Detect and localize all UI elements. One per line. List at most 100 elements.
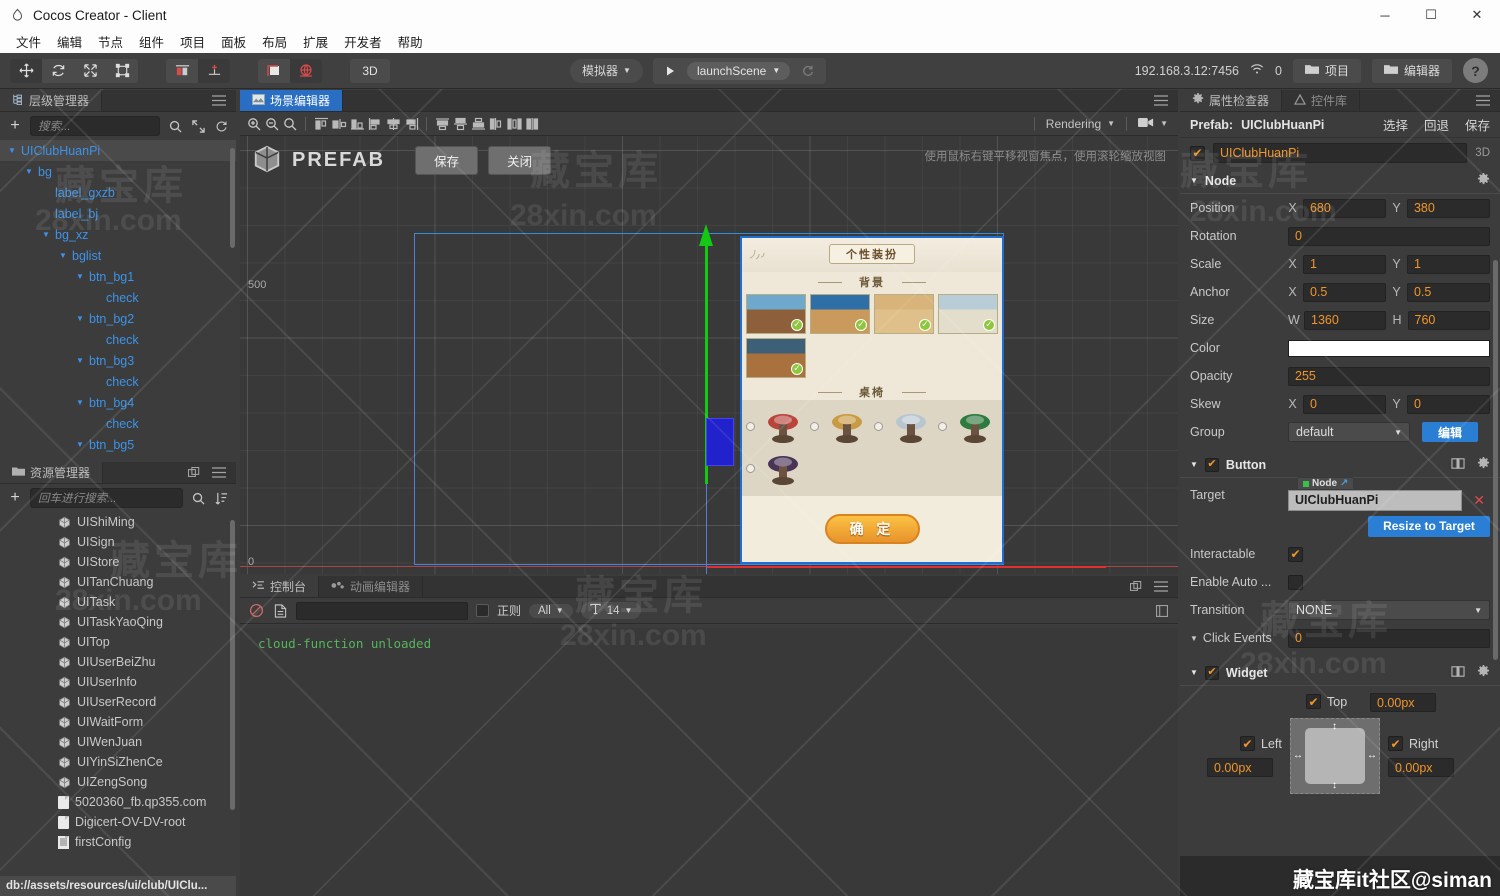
hierarchy-node-check[interactable]: check xyxy=(0,413,236,434)
chair-option-stone-table-white[interactable] xyxy=(874,406,936,448)
anchor-x-input[interactable]: 0.5 xyxy=(1302,282,1386,302)
menu-item-help[interactable]: 帮助 xyxy=(390,30,431,53)
align-left-icon[interactable] xyxy=(313,116,329,132)
popout-icon[interactable] xyxy=(186,465,202,481)
chevron-down-icon[interactable]: ▼ xyxy=(76,314,87,323)
prefab-save-button[interactable]: 保存 xyxy=(1465,115,1490,134)
position-y-input[interactable]: 380 xyxy=(1406,198,1490,218)
node-enabled-checkbox[interactable]: ✔ xyxy=(1190,145,1205,161)
chair-option-round-table-gold[interactable] xyxy=(810,406,872,448)
tab-widget-library[interactable]: 控件库 xyxy=(1282,90,1361,111)
widget-section-header[interactable]: ▼ ✔ Widget xyxy=(1180,660,1500,686)
resize-to-target-button[interactable]: Resize to Target xyxy=(1368,515,1490,537)
size-w-input[interactable]: 1360 xyxy=(1304,310,1387,330)
bg-thumbnail[interactable]: ✓ xyxy=(746,338,806,378)
hierarchy-scrollbar[interactable] xyxy=(230,148,235,248)
file-icon[interactable] xyxy=(272,603,288,619)
bg-thumbnail[interactable]: ✓ xyxy=(938,294,998,334)
chevron-down-icon[interactable]: ▼ xyxy=(59,251,70,260)
asset-item-UIZengSong[interactable]: UIZengSong xyxy=(0,772,236,792)
help-button[interactable]: ? xyxy=(1463,58,1488,83)
hierarchy-node-bg_xz[interactable]: ▼ bg_xz xyxy=(0,224,236,245)
clear-icon[interactable] xyxy=(248,603,264,619)
search-icon[interactable] xyxy=(190,490,206,506)
dist-left-icon[interactable] xyxy=(434,116,450,132)
chair-radio[interactable] xyxy=(938,422,947,431)
book-icon[interactable] xyxy=(1451,665,1465,681)
close-button[interactable]: ✕ xyxy=(1454,0,1500,30)
widget-left-checkbox[interactable]: ✔ xyxy=(1240,736,1255,751)
inspector-scrollbar[interactable] xyxy=(1493,260,1498,660)
scene-viewport[interactable]: 500 0 0 500 1,000 1,500 PREFAB 保存 关闭 使用鼠… xyxy=(240,136,1178,574)
chevron-down-icon[interactable]: ▼ xyxy=(8,146,19,155)
hierarchy-node-bg[interactable]: ▼ bg xyxy=(0,161,236,182)
chair-option-billiard-table-green[interactable] xyxy=(938,406,1000,448)
regex-checkbox[interactable] xyxy=(476,604,489,617)
rendering-dropdown[interactable]: Rendering ▼ xyxy=(1046,117,1115,131)
plus-icon[interactable]: + xyxy=(7,489,23,506)
global-coord-icon[interactable] xyxy=(290,58,322,83)
minimize-button[interactable]: ─ xyxy=(1362,0,1408,30)
interactable-checkbox[interactable]: ✔ xyxy=(1288,546,1303,562)
chair-radio[interactable] xyxy=(874,422,883,431)
chair-radio[interactable] xyxy=(810,422,819,431)
asset-item-UIStore[interactable]: UIStore xyxy=(0,552,236,572)
gear-icon[interactable] xyxy=(1477,664,1490,681)
refresh-icon[interactable] xyxy=(794,60,822,82)
position-x-input[interactable]: 680 xyxy=(1302,198,1386,218)
chair-option-mahjong-table-red[interactable] xyxy=(746,406,808,448)
target-value[interactable]: UIClubHuanPi xyxy=(1288,489,1463,511)
dist-right-icon[interactable] xyxy=(470,116,486,132)
dist-top-icon[interactable] xyxy=(488,116,504,132)
asset-item-UIUserRecord[interactable]: UIUserRecord xyxy=(0,692,236,712)
menu-item-layout[interactable]: 布局 xyxy=(254,30,295,53)
widget-top-input[interactable]: 0.00px xyxy=(1370,693,1436,712)
asset-item-UIWaitForm[interactable]: UIWaitForm xyxy=(0,712,236,732)
chair-option-purple-round-table[interactable] xyxy=(746,448,811,490)
hamburger-icon[interactable] xyxy=(1153,93,1169,109)
external-link-icon[interactable]: ↗ xyxy=(1340,478,1348,489)
color-swatch[interactable] xyxy=(1288,339,1490,357)
asset-item-UIWenJuan[interactable]: UIWenJuan xyxy=(0,732,236,752)
gizmo-y-arrow-icon[interactable] xyxy=(699,224,713,246)
widget-right-checkbox[interactable]: ✔ xyxy=(1388,736,1403,751)
node-section-header[interactable]: ▼ Node xyxy=(1180,168,1500,194)
chevron-down-icon[interactable]: ▼ xyxy=(1190,634,1198,643)
widget-right-input[interactable]: 0.00px xyxy=(1388,758,1454,777)
chevron-down-icon[interactable]: ▼ xyxy=(76,272,87,281)
prefab-save-button[interactable]: 保存 xyxy=(415,146,479,175)
hierarchy-node-bglist[interactable]: ▼ bglist xyxy=(0,245,236,266)
skew-x-input[interactable]: 0 xyxy=(1302,394,1386,414)
chevron-down-icon[interactable]: ▼ xyxy=(76,398,87,407)
asset-item-5020360_fb.qp355.com[interactable]: 5020360_fb.qp355.com xyxy=(0,792,236,812)
gear-icon[interactable] xyxy=(1477,172,1490,189)
hamburger-icon[interactable] xyxy=(1475,93,1491,109)
camera-dropdown[interactable]: ▼ xyxy=(1138,117,1168,131)
gizmo-center-handle[interactable] xyxy=(706,418,734,466)
menu-item-component[interactable]: 组件 xyxy=(131,30,172,53)
tab-animation-editor[interactable]: 动画编辑器 xyxy=(319,576,424,597)
asset-item-UITop[interactable]: UITop xyxy=(0,632,236,652)
chevron-down-icon[interactable]: ▼ xyxy=(42,230,53,239)
scale-tool-icon[interactable] xyxy=(74,59,106,83)
move-tool-icon[interactable] xyxy=(10,58,42,83)
align-top-icon[interactable] xyxy=(367,116,383,132)
chevron-down-icon[interactable]: ▼ xyxy=(76,356,87,365)
popout-icon[interactable] xyxy=(1128,579,1144,595)
scale-y-input[interactable]: 1 xyxy=(1406,254,1490,274)
hierarchy-search-input[interactable]: 搜索... xyxy=(30,116,160,136)
pivot-pos-icon[interactable] xyxy=(198,58,230,83)
asset-item-Digicert-OV-DV-root[interactable]: Digicert-OV-DV-root xyxy=(0,812,236,832)
hierarchy-node-UIClubHuanPi[interactable]: ▼ UIClubHuanPi xyxy=(0,140,236,161)
zoom-out-icon[interactable] xyxy=(264,116,280,132)
bg-thumbnail[interactable]: ✓ xyxy=(746,294,806,334)
dist-hcenter-icon[interactable] xyxy=(452,116,468,132)
align-vcenter-icon[interactable] xyxy=(385,116,401,132)
tab-console[interactable]: 控制台 xyxy=(240,576,320,597)
book-icon[interactable] xyxy=(1451,457,1465,473)
asset-item-UIUserInfo[interactable]: UIUserInfo xyxy=(0,672,236,692)
target-clear-icon[interactable]: ✕ xyxy=(1468,492,1490,509)
asset-item-UIYinSiZhenCe[interactable]: UIYinSiZhenCe xyxy=(0,752,236,772)
hierarchy-node-check[interactable]: check xyxy=(0,329,236,350)
node-name-input[interactable]: UIClubHuanPi xyxy=(1213,143,1468,163)
